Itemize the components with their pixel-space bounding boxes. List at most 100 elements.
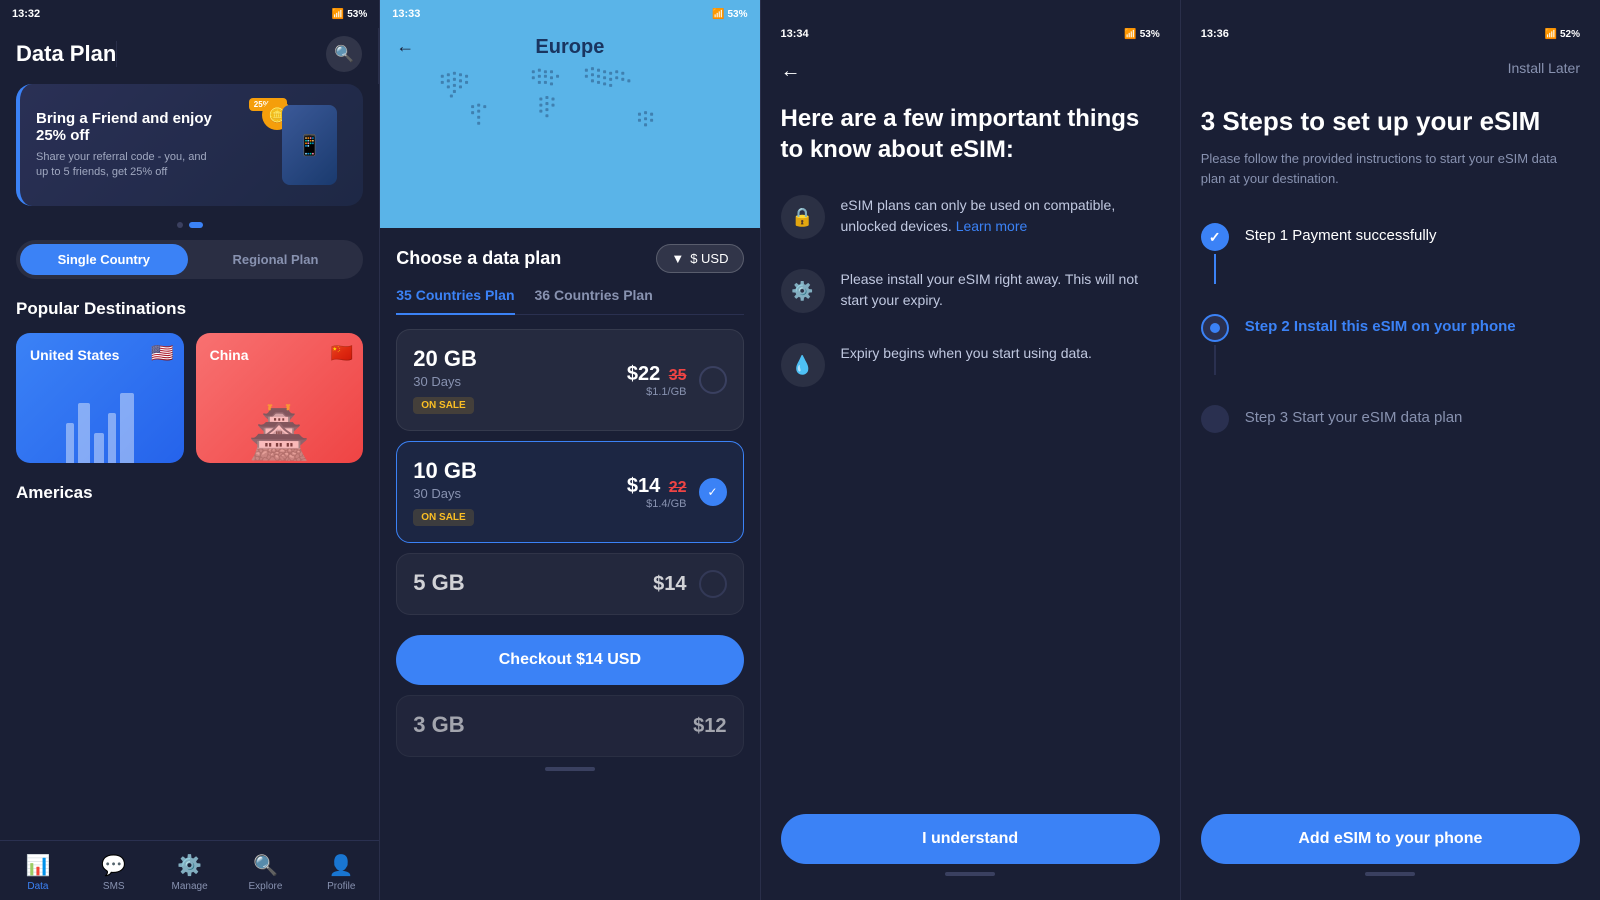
lock-icon: 🔒 (791, 207, 813, 228)
sms-nav-label: SMS (103, 881, 125, 892)
plan-header: Choose a data plan ▼ $ USD (396, 244, 743, 273)
plan-10gb-price: $14 (627, 475, 660, 497)
plan-card-20gb[interactable]: 20 GB 30 Days ON SALE $22 35 $1.1/GB (396, 329, 743, 431)
step-1-label: Step 1 Payment successfully (1245, 227, 1437, 244)
back-button-3[interactable]: ← (781, 60, 1160, 83)
time-1: 13:32 (12, 8, 40, 20)
water-icon-wrap: 💧 (781, 343, 825, 387)
plan-10gb-per-gb: $1.4/GB (627, 498, 687, 510)
status-bar-4: 13:36 📶 52% (1201, 20, 1580, 48)
bottom-navigation: 📊 Data 💬 SMS ⚙️ Manage 🔍 Explore 👤 Profi… (0, 840, 379, 900)
us-destination-card[interactable]: United States 🇺🇸 (16, 333, 184, 463)
data-nav-label: Data (27, 881, 48, 892)
step-2-inner-dot (1210, 323, 1220, 333)
promo-banner[interactable]: Bring a Friend and enjoy 25% off Share y… (16, 84, 363, 206)
manage-nav-icon: ⚙️ (177, 853, 202, 878)
time-4: 13:36 (1201, 28, 1229, 40)
plan-5gb-label: 5 GB (413, 570, 464, 596)
manage-nav-label: Manage (172, 881, 208, 892)
us-flag-icon: 🇺🇸 (151, 343, 173, 364)
plan-20gb-label: 20 GB (413, 346, 477, 372)
gear-icon-wrap: ⚙️ (781, 269, 825, 313)
step-2-line (1214, 345, 1216, 375)
nav-data[interactable]: 📊 Data (0, 849, 76, 896)
screen-europe-plan: 13:33 📶 53% ← Europe (380, 0, 760, 900)
promo-description: Share your referral code - you, and up t… (36, 150, 216, 181)
plan-20gb-radio[interactable] (699, 366, 727, 394)
setup-description: Please follow the provided instructions … (1201, 149, 1580, 188)
learn-more-link[interactable]: Learn more (956, 218, 1028, 234)
building-5 (120, 393, 134, 463)
tab-35-countries[interactable]: 35 Countries Plan (396, 287, 514, 315)
steps-container: ✓ Step 1 Payment successfully Step 2 Ins… (1201, 223, 1580, 794)
scroll-indicator-2 (545, 767, 595, 771)
nav-sms[interactable]: 💬 SMS (76, 849, 152, 896)
building-4 (108, 413, 116, 463)
screen3-inner: ← Here are a few important things to kno… (781, 60, 1160, 880)
plan-10gb-days: 30 Days (413, 486, 477, 501)
promo-phone-illustration: 📱 (282, 105, 337, 185)
cn-destination-card[interactable]: China 🇨🇳 🏯 (196, 333, 364, 463)
back-button-2[interactable]: ← (396, 36, 414, 57)
step-1-circle: ✓ (1201, 223, 1229, 251)
time-2: 13:33 (392, 8, 420, 20)
plan-card-3gb[interactable]: 3 GB $12 (396, 695, 743, 757)
plan-10gb-label: 10 GB (413, 458, 477, 484)
search-button[interactable]: 🔍 (326, 36, 362, 72)
chevron-down-icon: ▼ (671, 251, 684, 266)
plan-20gb-days: 30 Days (413, 374, 477, 389)
esim-info-item-2: ⚙️ Please install your eSIM right away. … (781, 269, 1160, 313)
esim-info-text-2: Please install your eSIM right away. Thi… (841, 269, 1160, 311)
currency-selector[interactable]: ▼ $ USD (656, 244, 743, 273)
esim-info-text-3: Expiry begins when you start using data. (841, 343, 1092, 364)
plan-10gb-sale-badge: ON SALE (413, 509, 473, 526)
nav-profile[interactable]: 👤 Profile (303, 849, 379, 896)
tab-36-countries[interactable]: 36 Countries Plan (535, 287, 653, 315)
building-3 (94, 433, 104, 463)
esim-info-item-3: 💧 Expiry begins when you start using dat… (781, 343, 1160, 387)
cn-temple-icon: 🏯 (248, 404, 310, 463)
explore-nav-label: Explore (249, 881, 283, 892)
us-illustration (16, 383, 184, 463)
page-title: Data Plan (16, 41, 117, 67)
esim-info-heading: Here are a few important things to know … (781, 103, 1160, 165)
add-esim-button[interactable]: Add eSIM to your phone (1201, 814, 1580, 864)
understand-button[interactable]: I understand (781, 814, 1160, 864)
single-country-tab[interactable]: Single Country (20, 244, 188, 275)
plan-20gb-sale-badge: ON SALE (413, 397, 473, 414)
step-1-item: ✓ Step 1 Payment successfully (1201, 223, 1580, 284)
nav-explore[interactable]: 🔍 Explore (228, 849, 304, 896)
data-nav-icon: 📊 (25, 853, 50, 878)
time-3: 13:34 (781, 28, 809, 40)
plan-card-5gb[interactable]: 5 GB $14 (396, 553, 743, 615)
plan-type-toggle: Single Country Regional Plan (16, 240, 363, 279)
nav-manage[interactable]: ⚙️ Manage (152, 849, 228, 896)
status-bar-2: 13:33 📶 53% (380, 0, 759, 28)
install-later-button[interactable]: Install Later (1201, 60, 1580, 76)
profile-nav-label: Profile (327, 881, 355, 892)
sms-nav-icon: 💬 (101, 853, 126, 878)
plan-5gb-radio[interactable] (699, 570, 727, 598)
regional-plan-tab[interactable]: Regional Plan (192, 244, 360, 275)
cn-flag-icon: 🇨🇳 (331, 343, 353, 364)
plan-10gb-old-price: 22 (669, 479, 687, 496)
promo-title: Bring a Friend and enjoy 25% off (36, 110, 227, 144)
status-icons-3: 📶 53% (1124, 29, 1159, 40)
lock-icon-wrap: 🔒 (781, 195, 825, 239)
plan-card-10gb[interactable]: 10 GB 30 Days ON SALE $14 22 $1.4/GB ✓ (396, 441, 743, 543)
checkout-button[interactable]: Checkout $14 USD (396, 635, 743, 685)
plan-20gb-old-price: 35 (669, 367, 687, 384)
step-2-circle (1201, 314, 1229, 342)
screen-data-plan: 13:32 📶 53% Data Plan 🔍 Bring a Friend a… (0, 0, 380, 900)
gear-icon: ⚙️ (791, 281, 813, 302)
americas-heading: Americas (0, 483, 379, 503)
plan-20gb-per-gb: $1.1/GB (627, 386, 687, 398)
screen-esim-info: 13:34 📶 53% ← Here are a few important t… (761, 0, 1181, 900)
plan-5gb-price: $14 (653, 573, 686, 595)
esim-info-text-1: eSIM plans can only be used on compatibl… (841, 195, 1160, 237)
plan-3gb-price: $12 (693, 715, 726, 738)
step-3-item: Step 3 Start your eSIM data plan (1201, 405, 1580, 433)
plan-section-title: Choose a data plan (396, 248, 561, 269)
plan-10gb-radio[interactable]: ✓ (699, 478, 727, 506)
cn-illustration: 🏯 (196, 383, 364, 463)
